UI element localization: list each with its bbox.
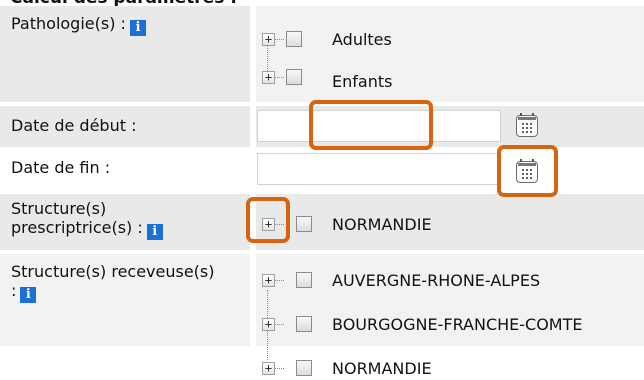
tree-dots bbox=[275, 368, 284, 369]
tree-dots bbox=[275, 324, 284, 325]
tree-label-normandie: NORMANDIE bbox=[332, 215, 432, 234]
structure-receveuse-label-line1: Structure(s) receveuse(s) bbox=[11, 262, 215, 281]
calendar-icon-grid bbox=[521, 122, 533, 133]
tree-dots bbox=[275, 224, 284, 225]
checkbox-auvergne-rhone-alpes[interactable] bbox=[296, 272, 312, 288]
checkbox-normandie[interactable] bbox=[296, 216, 312, 232]
structure-prescriptrice-label: Structure(s) prescriptrice(s) :i bbox=[11, 199, 163, 240]
tree-label-adultes: Adultes bbox=[332, 30, 392, 49]
structure-receveuse-label-line2: : bbox=[11, 281, 17, 300]
info-icon[interactable]: i bbox=[129, 20, 146, 36]
structure-prescriptrice-label-line2: prescriptrice(s) : bbox=[11, 218, 143, 237]
tree-node-auvergne-rhone-alpes: + AUVERGNE-RHONE-ALPES bbox=[262, 271, 632, 292]
tree-label-enfants: Enfants bbox=[332, 72, 393, 91]
expand-icon[interactable]: + bbox=[262, 218, 275, 231]
calendar-icon-header bbox=[518, 117, 536, 120]
date-fin-input[interactable] bbox=[257, 153, 501, 185]
tree-dots bbox=[275, 77, 284, 78]
tree-node-normandie-prescriptrice: + NORMANDIE bbox=[262, 215, 522, 236]
info-icon[interactable]: i bbox=[146, 224, 163, 240]
tree-label-auvergne-rhone-alpes: AUVERGNE-RHONE-ALPES bbox=[332, 271, 541, 290]
expand-icon[interactable]: + bbox=[262, 362, 275, 375]
expand-icon[interactable]: + bbox=[262, 274, 275, 287]
pathologie-label: Pathologie(s) :i bbox=[11, 14, 146, 36]
date-debut-label: Date de début : bbox=[11, 116, 137, 135]
checkbox-normandie-receveuse[interactable] bbox=[296, 360, 312, 376]
tree-dots bbox=[275, 280, 284, 281]
structure-receveuse-label: Structure(s) receveuse(s) :i bbox=[11, 262, 215, 303]
checkbox-adultes[interactable] bbox=[286, 31, 302, 47]
expand-icon[interactable]: + bbox=[262, 71, 275, 84]
tree-node-enfants: + Enfants bbox=[262, 69, 462, 91]
calendar-icon-header bbox=[518, 163, 536, 166]
tree-node-normandie-receveuse: + NORMANDIE bbox=[262, 359, 502, 380]
structure-prescriptrice-label-line1: Structure(s) bbox=[11, 199, 107, 218]
tree-label-normandie-receveuse: NORMANDIE bbox=[332, 359, 432, 378]
pathologie-label-text: Pathologie(s) : bbox=[11, 14, 126, 33]
date-debut-input[interactable] bbox=[257, 110, 501, 142]
expand-icon[interactable]: + bbox=[262, 33, 275, 46]
tree-node-adultes: + Adultes bbox=[262, 30, 462, 51]
calendar-icon[interactable] bbox=[516, 113, 538, 137]
expand-icon[interactable]: + bbox=[262, 318, 275, 331]
date-fin-label: Date de fin : bbox=[11, 158, 111, 177]
calendar-icon[interactable] bbox=[516, 159, 538, 183]
calendar-icon-grid bbox=[521, 168, 533, 179]
checkbox-enfants[interactable] bbox=[286, 69, 302, 85]
tree-node-bourgogne-franche-comte: + BOURGOGNE-FRANCHE-COMTE bbox=[262, 315, 644, 336]
info-icon[interactable]: i bbox=[20, 287, 37, 303]
tree-dots bbox=[275, 39, 284, 40]
tree-label-bourgogne-franche-comte: BOURGOGNE-FRANCHE-COMTE bbox=[332, 315, 583, 334]
checkbox-bourgogne-franche-comte[interactable] bbox=[296, 316, 312, 332]
